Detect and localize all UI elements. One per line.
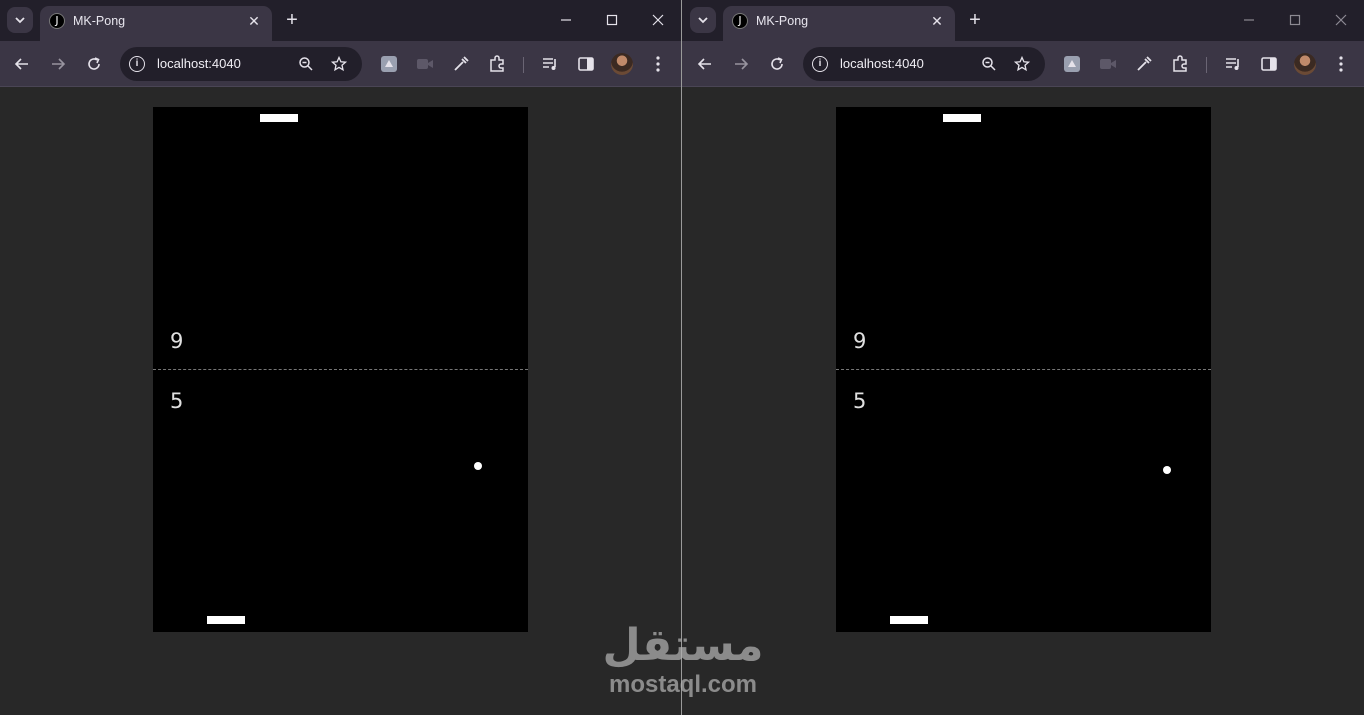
watermark: مستقل mostaql.com	[598, 620, 768, 698]
ball	[474, 462, 482, 470]
watermark-latin: mostaql.com	[608, 671, 758, 698]
toolbar-separator	[1206, 57, 1207, 73]
tab-mk-pong[interactable]: J MK-Pong ✕	[40, 6, 272, 41]
maximize-icon	[606, 14, 618, 26]
page-content: 9 5	[0, 88, 682, 715]
reload-button[interactable]	[765, 52, 789, 76]
close-icon	[652, 14, 664, 26]
tab-close-button[interactable]: ✕	[246, 13, 262, 29]
zoom-icon[interactable]	[980, 55, 998, 73]
score-bottom: 5	[170, 389, 184, 413]
back-button[interactable]	[10, 52, 34, 76]
back-icon	[14, 58, 28, 70]
extension-icon[interactable]	[378, 53, 400, 75]
tab-strip: J MK-Pong ✕ +	[682, 0, 1364, 41]
forward-icon	[52, 58, 66, 70]
extension-icon[interactable]	[1061, 53, 1083, 75]
menu-icon[interactable]	[647, 53, 669, 75]
pong-canvas[interactable]: 9 5	[153, 107, 528, 632]
score-bottom: 5	[853, 389, 867, 413]
new-tab-button[interactable]: +	[966, 10, 984, 30]
tab-mk-pong[interactable]: J MK-Pong ✕	[723, 6, 955, 41]
forward-icon	[735, 58, 749, 70]
avatar[interactable]	[611, 53, 633, 75]
url-text[interactable]: localhost:4040	[840, 56, 924, 71]
browser-window-right: J MK-Pong ✕ + i localhost:4040 9 5	[682, 0, 1364, 715]
tab-strip: J MK-Pong ✕ +	[0, 0, 682, 41]
center-line	[153, 369, 528, 370]
maximize-icon	[1289, 14, 1301, 26]
favicon-icon: J	[49, 13, 65, 29]
close-icon	[1335, 14, 1347, 26]
media-icon[interactable]	[1222, 53, 1244, 75]
score-top: 9	[853, 329, 867, 353]
tab-close-button[interactable]: ✕	[929, 13, 945, 29]
minimize-button[interactable]	[1237, 8, 1261, 32]
camera-icon[interactable]	[414, 53, 436, 75]
toolbar: i localhost:4040	[0, 41, 682, 87]
minimize-button[interactable]	[554, 8, 578, 32]
eyedropper-icon[interactable]	[450, 53, 472, 75]
address-bar[interactable]: i localhost:4040	[120, 47, 362, 81]
close-window-button[interactable]	[1329, 8, 1353, 32]
ball	[1163, 466, 1171, 474]
toolbar: i localhost:4040	[682, 41, 1364, 87]
eyedropper-icon[interactable]	[1133, 53, 1155, 75]
info-icon[interactable]: i	[812, 56, 828, 72]
paddle-top[interactable]	[943, 114, 981, 122]
chevron-down-icon	[15, 17, 25, 24]
address-bar[interactable]: i localhost:4040	[803, 47, 1045, 81]
extensions-icon[interactable]	[486, 53, 508, 75]
back-icon	[697, 58, 711, 70]
paddle-top	[260, 114, 298, 122]
close-window-button[interactable]	[646, 8, 670, 32]
paddle-bottom[interactable]	[207, 616, 245, 624]
page-content: 9 5	[682, 88, 1364, 715]
forward-button[interactable]	[729, 52, 753, 76]
maximize-button[interactable]	[600, 8, 624, 32]
star-icon[interactable]	[330, 55, 348, 73]
browser-window-left: J MK-Pong ✕ + i localhost:4040 9 5	[0, 0, 682, 715]
sidepanel-icon[interactable]	[1258, 53, 1280, 75]
forward-button[interactable]	[46, 52, 70, 76]
zoom-icon[interactable]	[297, 55, 315, 73]
tab-search-button[interactable]	[690, 7, 716, 33]
chevron-down-icon	[698, 17, 708, 24]
tab-search-button[interactable]	[7, 7, 33, 33]
extensions-icon[interactable]	[1169, 53, 1191, 75]
reload-button[interactable]	[82, 52, 106, 76]
media-icon[interactable]	[539, 53, 561, 75]
info-icon[interactable]: i	[129, 56, 145, 72]
watermark-arabic: مستقل	[602, 620, 764, 671]
url-text[interactable]: localhost:4040	[157, 56, 241, 71]
back-button[interactable]	[693, 52, 717, 76]
minimize-icon	[561, 19, 571, 21]
tab-title: MK-Pong	[756, 14, 809, 28]
minimize-icon	[1244, 19, 1254, 21]
tab-title: MK-Pong	[73, 14, 126, 28]
reload-icon	[88, 57, 100, 70]
paddle-bottom	[890, 616, 928, 624]
camera-icon[interactable]	[1097, 53, 1119, 75]
avatar[interactable]	[1294, 53, 1316, 75]
star-icon[interactable]	[1013, 55, 1031, 73]
menu-icon[interactable]	[1330, 53, 1352, 75]
favicon-icon: J	[732, 13, 748, 29]
score-top: 9	[170, 329, 184, 353]
pong-canvas[interactable]: 9 5	[836, 107, 1211, 632]
sidepanel-icon[interactable]	[575, 53, 597, 75]
new-tab-button[interactable]: +	[283, 10, 301, 30]
toolbar-separator	[523, 57, 524, 73]
reload-icon	[771, 57, 783, 70]
center-line	[836, 369, 1211, 370]
maximize-button[interactable]	[1283, 8, 1307, 32]
